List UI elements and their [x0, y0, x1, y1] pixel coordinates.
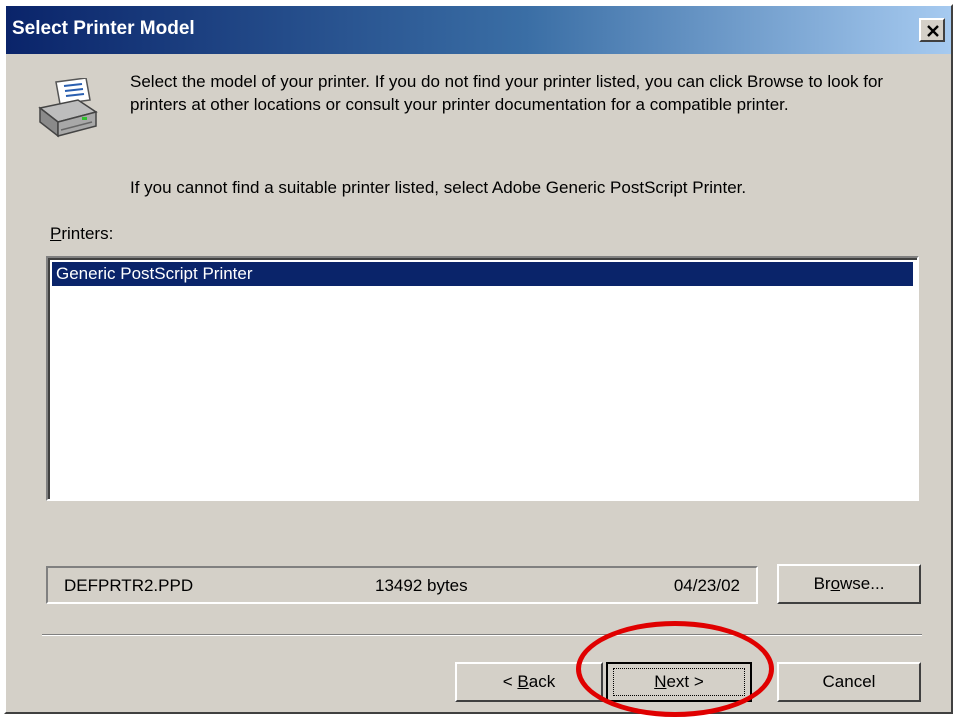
browse-button[interactable]: Browse... — [777, 564, 921, 604]
select-printer-model-dialog: Select Printer Model Select the model of… — [4, 4, 953, 714]
ppd-file-date: 04/23/02 — [673, 576, 740, 595]
description-text: Select the model of your printer. If you… — [130, 72, 884, 114]
printer-icon — [38, 78, 98, 138]
close-icon — [927, 25, 939, 37]
printers-listbox[interactable]: Generic PostScript Printer — [46, 256, 919, 501]
close-button[interactable] — [919, 18, 945, 42]
window-title: Select Printer Model — [12, 18, 195, 39]
ppd-file-info: DEFPRTR2.PPD 13492 bytes 04/23/02 — [46, 566, 758, 604]
description-hint: If you cannot find a suitable printer li… — [130, 178, 747, 197]
cancel-button[interactable]: Cancel — [777, 662, 921, 702]
divider — [42, 634, 922, 636]
printers-label: Printers: — [50, 224, 114, 243]
highlight-circle-annotation — [576, 621, 774, 717]
ppd-filename: DEFPRTR2.PPD — [64, 576, 194, 595]
list-item[interactable]: Generic PostScript Printer — [52, 262, 913, 286]
title-bar[interactable]: Select Printer Model — [6, 6, 951, 54]
ppd-file-size: 13492 bytes — [375, 576, 468, 595]
